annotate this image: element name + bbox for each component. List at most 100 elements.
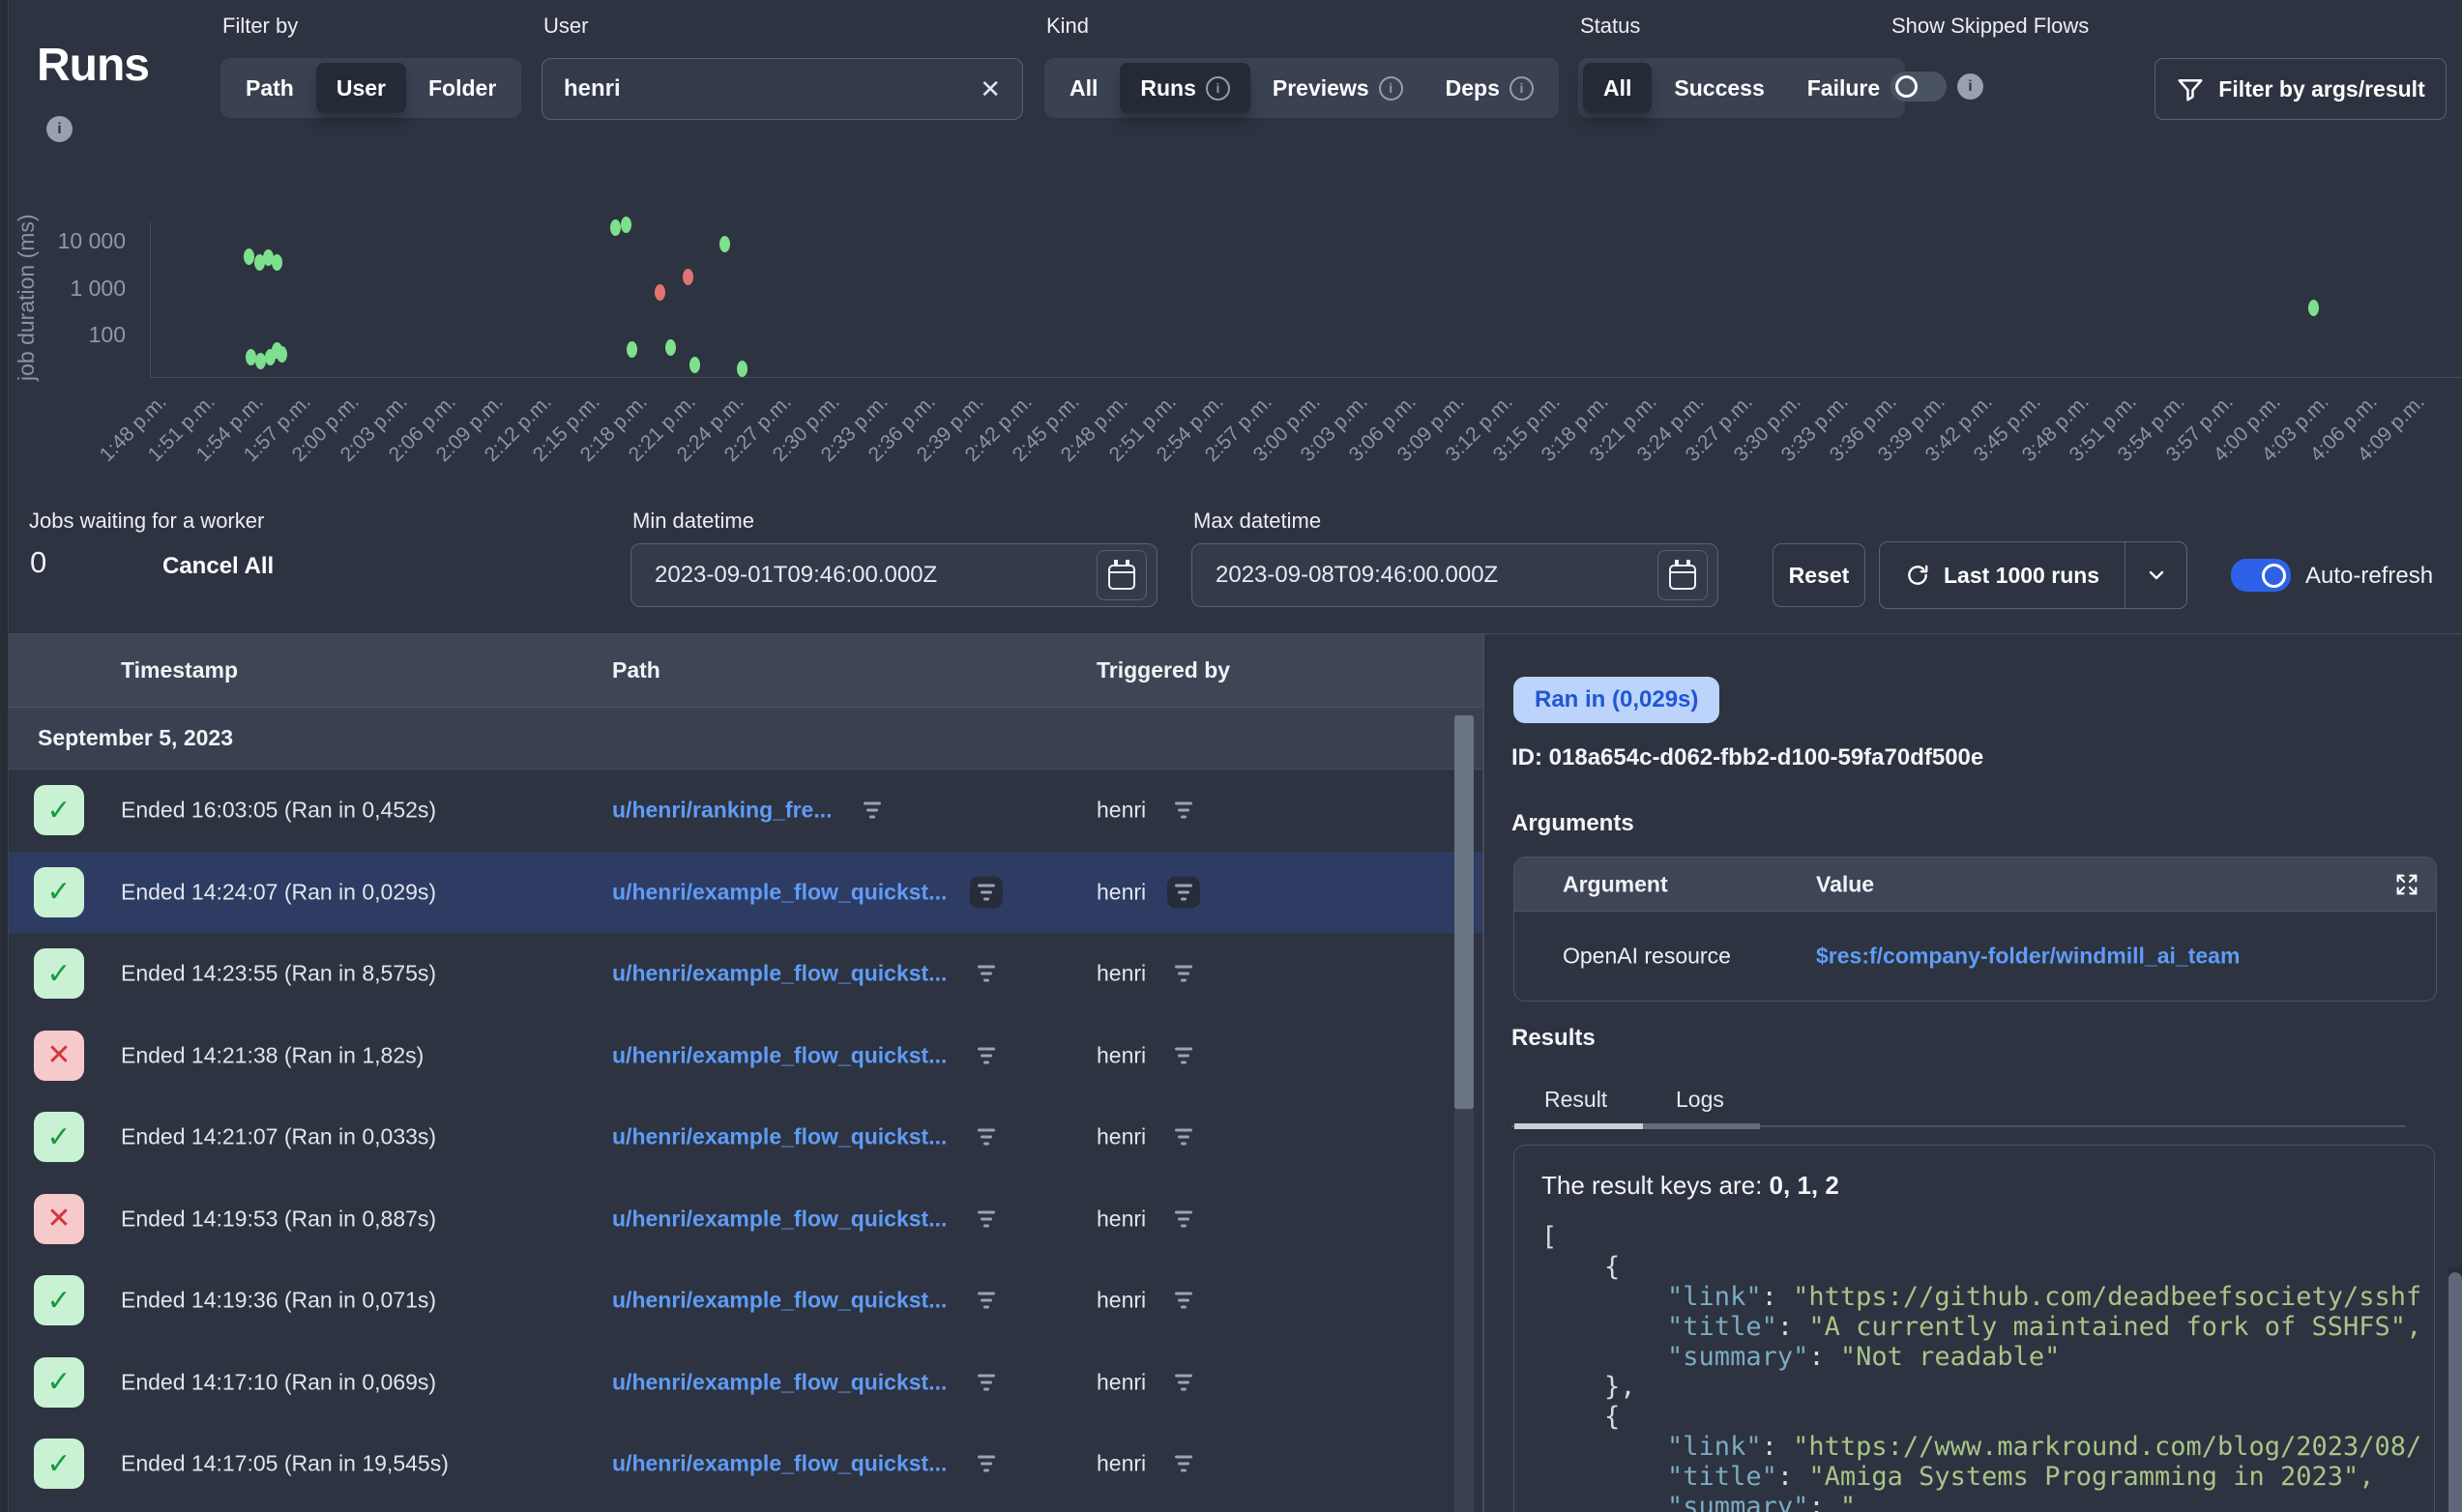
filter-by-path-icon[interactable] [970, 1285, 1003, 1317]
filter-by-user-icon[interactable] [1167, 795, 1200, 827]
filter-by-path-icon[interactable] [970, 876, 1003, 908]
table-row[interactable]: ✓ Ended 14:17:05 (Ran in 19,545s) u/henr… [9, 1423, 1482, 1505]
run-timestamp: Ended 14:17:10 (Ran in 0,069s) [121, 1369, 436, 1395]
filter-by-user-icon[interactable] [1167, 1039, 1200, 1071]
run-detail-panel: Ran in (0,029s) ID: 018a654c-d062-fbb2-d… [1484, 633, 2462, 1512]
calendar-icon [1669, 565, 1696, 590]
filter-by-path-icon[interactable] [970, 958, 1003, 990]
chart-point-success[interactable] [244, 248, 254, 265]
arguments-heading: Arguments [1511, 810, 1634, 837]
filter-by-path-icon[interactable] [970, 1366, 1003, 1398]
chart-point-success[interactable] [689, 357, 700, 373]
panel-scrollbar-thumb[interactable] [2448, 1272, 2462, 1512]
run-path-link[interactable]: u/henri/example_flow_quickst... [612, 961, 947, 987]
status-icon: ✕ [34, 1194, 84, 1244]
chart-point-success[interactable] [621, 217, 631, 233]
run-timestamp: Ended 14:21:38 (Ran in 1,82s) [121, 1042, 424, 1068]
table-row[interactable]: ✓ Ended 14:21:07 (Ran in 0,033s) u/henri… [9, 1096, 1482, 1178]
y-axis-tick-label: 1 000 [29, 276, 126, 302]
result-json-line: { [1541, 1402, 2430, 1432]
filter-by-path-icon[interactable] [970, 1203, 1003, 1235]
filter-by-user-icon[interactable] [1167, 1448, 1200, 1480]
tab-logs[interactable]: Logs [1676, 1087, 1724, 1113]
load-runs-split-button: Last 1000 runs [1879, 541, 2187, 609]
triggered-by-user: henri [1097, 1451, 1146, 1477]
chart-point-success[interactable] [2308, 300, 2319, 316]
reset-button[interactable]: Reset [1773, 543, 1865, 607]
load-runs-dropdown[interactable] [2125, 542, 2186, 608]
result-viewer[interactable]: The result keys are: 0, 1, 2 [ { "link":… [1513, 1145, 2435, 1512]
max-datetime-label: Max datetime [1193, 509, 1321, 534]
status-icon: ✓ [34, 1357, 84, 1408]
run-path-link[interactable]: u/henri/example_flow_quickst... [612, 1451, 947, 1477]
run-path-link[interactable]: u/henri/example_flow_quickst... [612, 1206, 947, 1232]
chart-point-success[interactable] [610, 219, 621, 236]
argument-row: OpenAI resource $res:f/company-folder/wi… [1514, 912, 2436, 1001]
table-row[interactable]: ✓ Ended 14:19:36 (Ran in 0,071s) u/henri… [9, 1260, 1482, 1342]
filter-by-user-icon[interactable] [1167, 1285, 1200, 1317]
run-path-link[interactable]: u/henri/example_flow_quickst... [612, 1042, 947, 1068]
table-row[interactable]: ✕ Ended 14:21:38 (Ran in 1,82s) u/henri/… [9, 1015, 1482, 1097]
filter-by-path-icon[interactable] [970, 1448, 1003, 1480]
runs-page: Runs i Filter by Path User Folder User h… [0, 0, 2462, 1512]
chart-point-failure[interactable] [655, 284, 665, 301]
calendar-button[interactable] [1657, 550, 1708, 600]
y-axis-line [150, 222, 151, 377]
tab-result[interactable]: Result [1544, 1087, 1607, 1113]
filter-by-user-icon[interactable] [1167, 1203, 1200, 1235]
filter-by-user-icon[interactable] [1167, 1121, 1200, 1153]
run-timestamp: Ended 14:21:07 (Ran in 0,033s) [121, 1124, 436, 1150]
result-json-line: "link": "https://www.markround.com/blog/… [1541, 1432, 2430, 1462]
table-row[interactable]: ✓ Ended 14:24:07 (Ran in 0,029s) u/henri… [9, 852, 1482, 934]
chart-point-failure[interactable] [683, 269, 693, 285]
chart-point-success[interactable] [665, 339, 676, 356]
result-summary-keys: 0, 1, 2 [1770, 1171, 1839, 1200]
table-row[interactable]: ✕ Ended 14:19:53 (Ran in 0,887s) u/henri… [9, 1178, 1482, 1261]
filter-by-user-icon[interactable] [1167, 1366, 1200, 1398]
filter-by-path-icon[interactable] [970, 1121, 1003, 1153]
calendar-button[interactable] [1097, 550, 1147, 600]
table-row[interactable]: ✓ Ended 16:03:05 (Ran in 0,452s) u/henri… [9, 770, 1482, 852]
chart-point-success[interactable] [719, 236, 730, 252]
table-row[interactable]: ✓ Ended 14:17:10 (Ran in 0,069s) u/henri… [9, 1342, 1482, 1424]
x-axis-line [150, 377, 2462, 378]
filter-by-user-icon[interactable] [1167, 958, 1200, 990]
load-runs-button[interactable]: Last 1000 runs [1880, 542, 2125, 608]
table-body: ✓ Ended 16:03:05 (Ran in 0,452s) u/henri… [9, 770, 1482, 1505]
max-datetime-input[interactable]: 2023-09-08T09:46:00.000Z [1191, 543, 1718, 607]
chart-point-success[interactable] [272, 254, 282, 271]
expand-icon[interactable] [2393, 871, 2420, 898]
toggle-knob [2262, 564, 2286, 588]
run-timestamp: Ended 16:03:05 (Ran in 0,452s) [121, 798, 436, 824]
result-json-line: "link": "https://github.com/deadbeefsoci… [1541, 1282, 2430, 1312]
run-id: ID: 018a654c-d062-fbb2-d100-59fa70df500e [1511, 744, 1983, 771]
triggered-by-user: henri [1097, 961, 1146, 987]
run-path-link[interactable]: u/henri/example_flow_quickst... [612, 1369, 947, 1395]
status-icon: ✓ [34, 1112, 84, 1162]
run-path-link[interactable]: u/henri/ranking_fre... [612, 798, 833, 824]
min-datetime-label: Min datetime [632, 509, 754, 534]
chart-point-success[interactable] [737, 361, 747, 377]
run-path-link[interactable]: u/henri/example_flow_quickst... [612, 1124, 947, 1150]
filter-by-path-icon[interactable] [970, 1039, 1003, 1071]
status-icon: ✓ [34, 867, 84, 917]
min-datetime-input[interactable]: 2023-09-01T09:46:00.000Z [630, 543, 1158, 607]
cancel-all-button[interactable]: Cancel All [162, 553, 274, 580]
table-scrollbar-thumb[interactable] [1454, 715, 1474, 1109]
table-row[interactable]: ✓ Ended 14:23:55 (Ran in 8,575s) u/henri… [9, 933, 1482, 1015]
auto-refresh-toggle[interactable] [2231, 559, 2291, 592]
filter-by-user-icon[interactable] [1167, 876, 1200, 908]
run-path-link[interactable]: u/henri/example_flow_quickst... [612, 879, 947, 905]
jobs-waiting-count: 0 [30, 545, 46, 580]
argument-name: OpenAI resource [1563, 944, 1731, 970]
result-json-line: "summary": " [1541, 1492, 2430, 1512]
job-duration-chart: job duration (ms) 1:48 p.m.1:51 p.m.1:54… [0, 0, 2462, 541]
chart-point-success[interactable] [627, 341, 637, 358]
calendar-icon [1108, 565, 1135, 590]
col-timestamp: Timestamp [121, 657, 238, 683]
run-path-link[interactable]: u/henri/example_flow_quickst... [612, 1288, 947, 1314]
filter-by-path-icon[interactable] [856, 795, 889, 827]
argument-value-link[interactable]: $res:f/company-folder/windmill_ai_team [1816, 944, 2240, 970]
chart-point-success[interactable] [277, 346, 287, 363]
ran-in-badge: Ran in (0,029s) [1513, 677, 1719, 723]
